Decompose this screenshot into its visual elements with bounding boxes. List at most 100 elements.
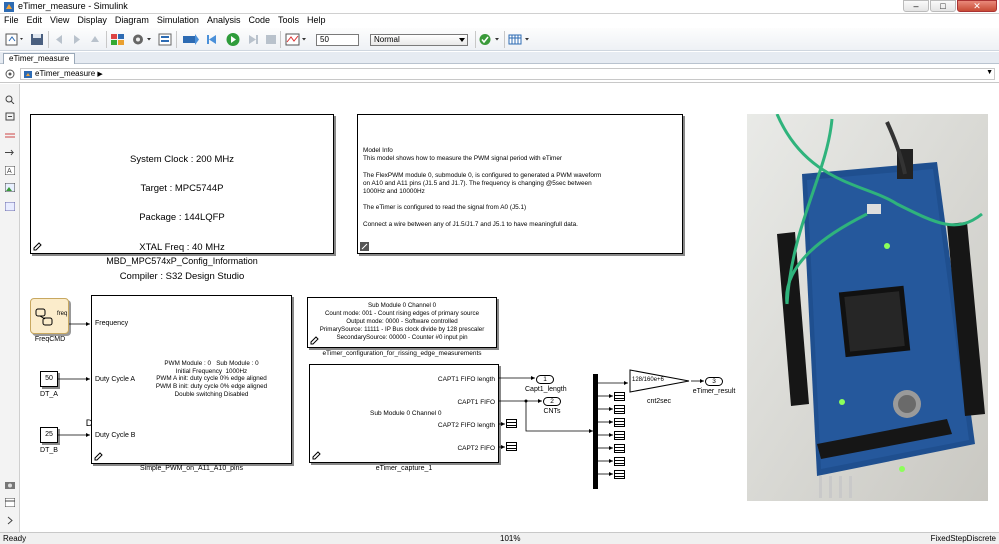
etimer-capture-block[interactable]: Sub Module 0 Channel 0 CAPT1 FIFO length… [309,364,499,463]
dt-a-name: DT_A [40,391,58,398]
run-icon[interactable] [224,32,242,47]
menu-display[interactable]: Display [73,14,111,27]
outport-1[interactable]: 1 [536,375,554,384]
menu-file[interactable]: File [0,14,23,27]
mask-edit-icon [312,451,321,460]
config-line: Compiler : S32 Design Studio [119,271,245,283]
config-line: Package : 144LQFP [139,212,225,224]
tab-etimer-measure[interactable]: eTimer_measure [3,53,76,64]
sample-time-icon[interactable] [507,32,533,47]
model-tab-row: eTimer_measure [0,52,999,64]
config-information-block[interactable]: System Clock : 200 MHz Target : MPC5744P… [30,114,334,428]
terminator[interactable] [614,457,625,466]
model-info-block[interactable]: Model Info This model shows how to measu… [357,114,683,254]
etimer-config-name: eTimer_configuration_for_rissing_edge_me… [322,350,482,357]
port-capt2-fifo: CAPT2 FIFO [457,445,495,452]
zoom-in-icon[interactable] [5,95,15,104]
breadcrumb-dropdown-icon[interactable]: ▼ [986,69,993,76]
arrow-icon[interactable] [5,148,15,157]
menu-help[interactable]: Help [303,14,330,27]
up-icon[interactable] [88,32,102,47]
menu-diagram[interactable]: Diagram [111,14,153,27]
gain-value: 128/160e+6 [632,377,664,383]
menu-analysis[interactable]: Analysis [203,14,245,27]
signal-line-icon[interactable] [5,131,15,140]
menu-view[interactable]: View [46,14,73,27]
dt-b-constant[interactable]: 25 [40,427,58,443]
image-icon[interactable] [5,183,15,192]
pwm-block[interactable]: Frequency Duty Cycle A Duty Cycle B PWM … [91,295,292,464]
outport-3[interactable]: 3 [705,377,723,386]
stop-icon[interactable] [264,32,278,47]
forward-icon[interactable] [70,32,84,47]
stop-time-input[interactable]: 50 [316,34,359,46]
annotation-icon[interactable]: A [5,166,15,175]
demux-block[interactable] [593,374,598,489]
model-explorer-icon[interactable] [158,32,172,47]
board-photo [747,114,988,501]
terminator[interactable] [614,470,625,479]
build-icon[interactable] [182,32,200,47]
capture-block-name: eTimer_capture_1 [375,465,433,472]
title-bar: eTimer_measure - Simulink – □ ✕ [0,0,999,14]
solver-text[interactable]: FixedStepDiscrete [931,534,996,543]
model-settings-icon[interactable] [130,32,154,47]
model-canvas[interactable]: System Clock : 200 MHz Target : MPC5744P… [20,84,999,532]
hide-browser-icon[interactable] [5,69,15,79]
outport-3-name: eTimer_result [692,388,736,395]
menu-code[interactable]: Code [244,14,274,27]
minimize-button[interactable]: – [903,0,929,12]
terminator[interactable] [614,444,625,453]
freq-port-label: freq [57,311,68,317]
menu-bar: File Edit View Display Diagram Simulatio… [0,14,999,27]
config-block-name: MBD_MPC574xP_Config_Information [106,256,258,266]
library-browser-icon[interactable] [110,32,126,47]
model-advisor-icon[interactable] [478,32,502,47]
step-back-icon[interactable] [204,32,222,47]
breadcrumb[interactable]: eTimer_measure ▶ [20,68,995,80]
freqcmd-chart[interactable]: freq [30,298,69,334]
scope-icon[interactable] [285,32,309,47]
new-model-icon[interactable] [4,32,26,47]
fit-view-icon[interactable] [5,112,15,121]
freqcmd-name: FreqCMD [34,336,66,343]
terminator[interactable] [506,419,517,428]
breadcrumb-model[interactable]: eTimer_measure [35,69,95,78]
mask-edit-icon [360,242,369,251]
terminator[interactable] [614,405,625,414]
terminator[interactable] [614,392,625,401]
close-button[interactable]: ✕ [957,0,997,12]
config-line: System Clock : 200 MHz [130,153,234,165]
terminator[interactable] [614,418,625,427]
area-icon[interactable] [5,202,15,211]
dt-a-constant[interactable]: 50 [40,371,58,387]
terminator[interactable] [506,442,517,451]
outport-2-name: CNTs [543,408,561,415]
palette-bar: A [0,84,20,532]
outport-2[interactable]: 2 [543,397,561,406]
breadcrumb-arrow-icon[interactable]: ▶ [97,71,102,78]
port-capt2-fifo-length: CAPT2 FIFO length [437,422,495,429]
terminator[interactable] [614,431,625,440]
menu-edit[interactable]: Edit [23,14,47,27]
step-forward-icon[interactable] [244,32,262,47]
port-duty-cycle-b: Duty Cycle B [95,432,136,439]
simulation-mode-value: Normal [374,35,400,44]
pwm-block-name: Simple_PWM_on_A11_A10_pins [140,465,243,472]
etimer-config-block[interactable]: Sub Module 0 Channel 0 Count mode: 001 -… [307,297,497,348]
screenshot-icon[interactable] [5,480,15,489]
maximize-button[interactable]: □ [930,0,956,12]
config-line: XTAL Freq : 40 MHz [139,241,225,253]
expand-icon[interactable] [5,516,15,525]
simulink-app-icon [4,2,14,12]
menu-tools[interactable]: Tools [274,14,303,27]
zoom-level: 101% [500,534,521,543]
save-icon[interactable] [30,32,44,47]
outport-1-name: Capt1_length [525,386,567,393]
back-icon[interactable] [52,32,66,47]
model-browser-icon[interactable] [5,498,15,507]
menu-simulation[interactable]: Simulation [153,14,203,27]
capture-block-text: Sub Module 0 Channel 0 [370,410,442,417]
simulation-mode-select[interactable]: Normal [370,34,468,46]
port-capt1-fifo: CAPT1 FIFO [457,399,495,406]
